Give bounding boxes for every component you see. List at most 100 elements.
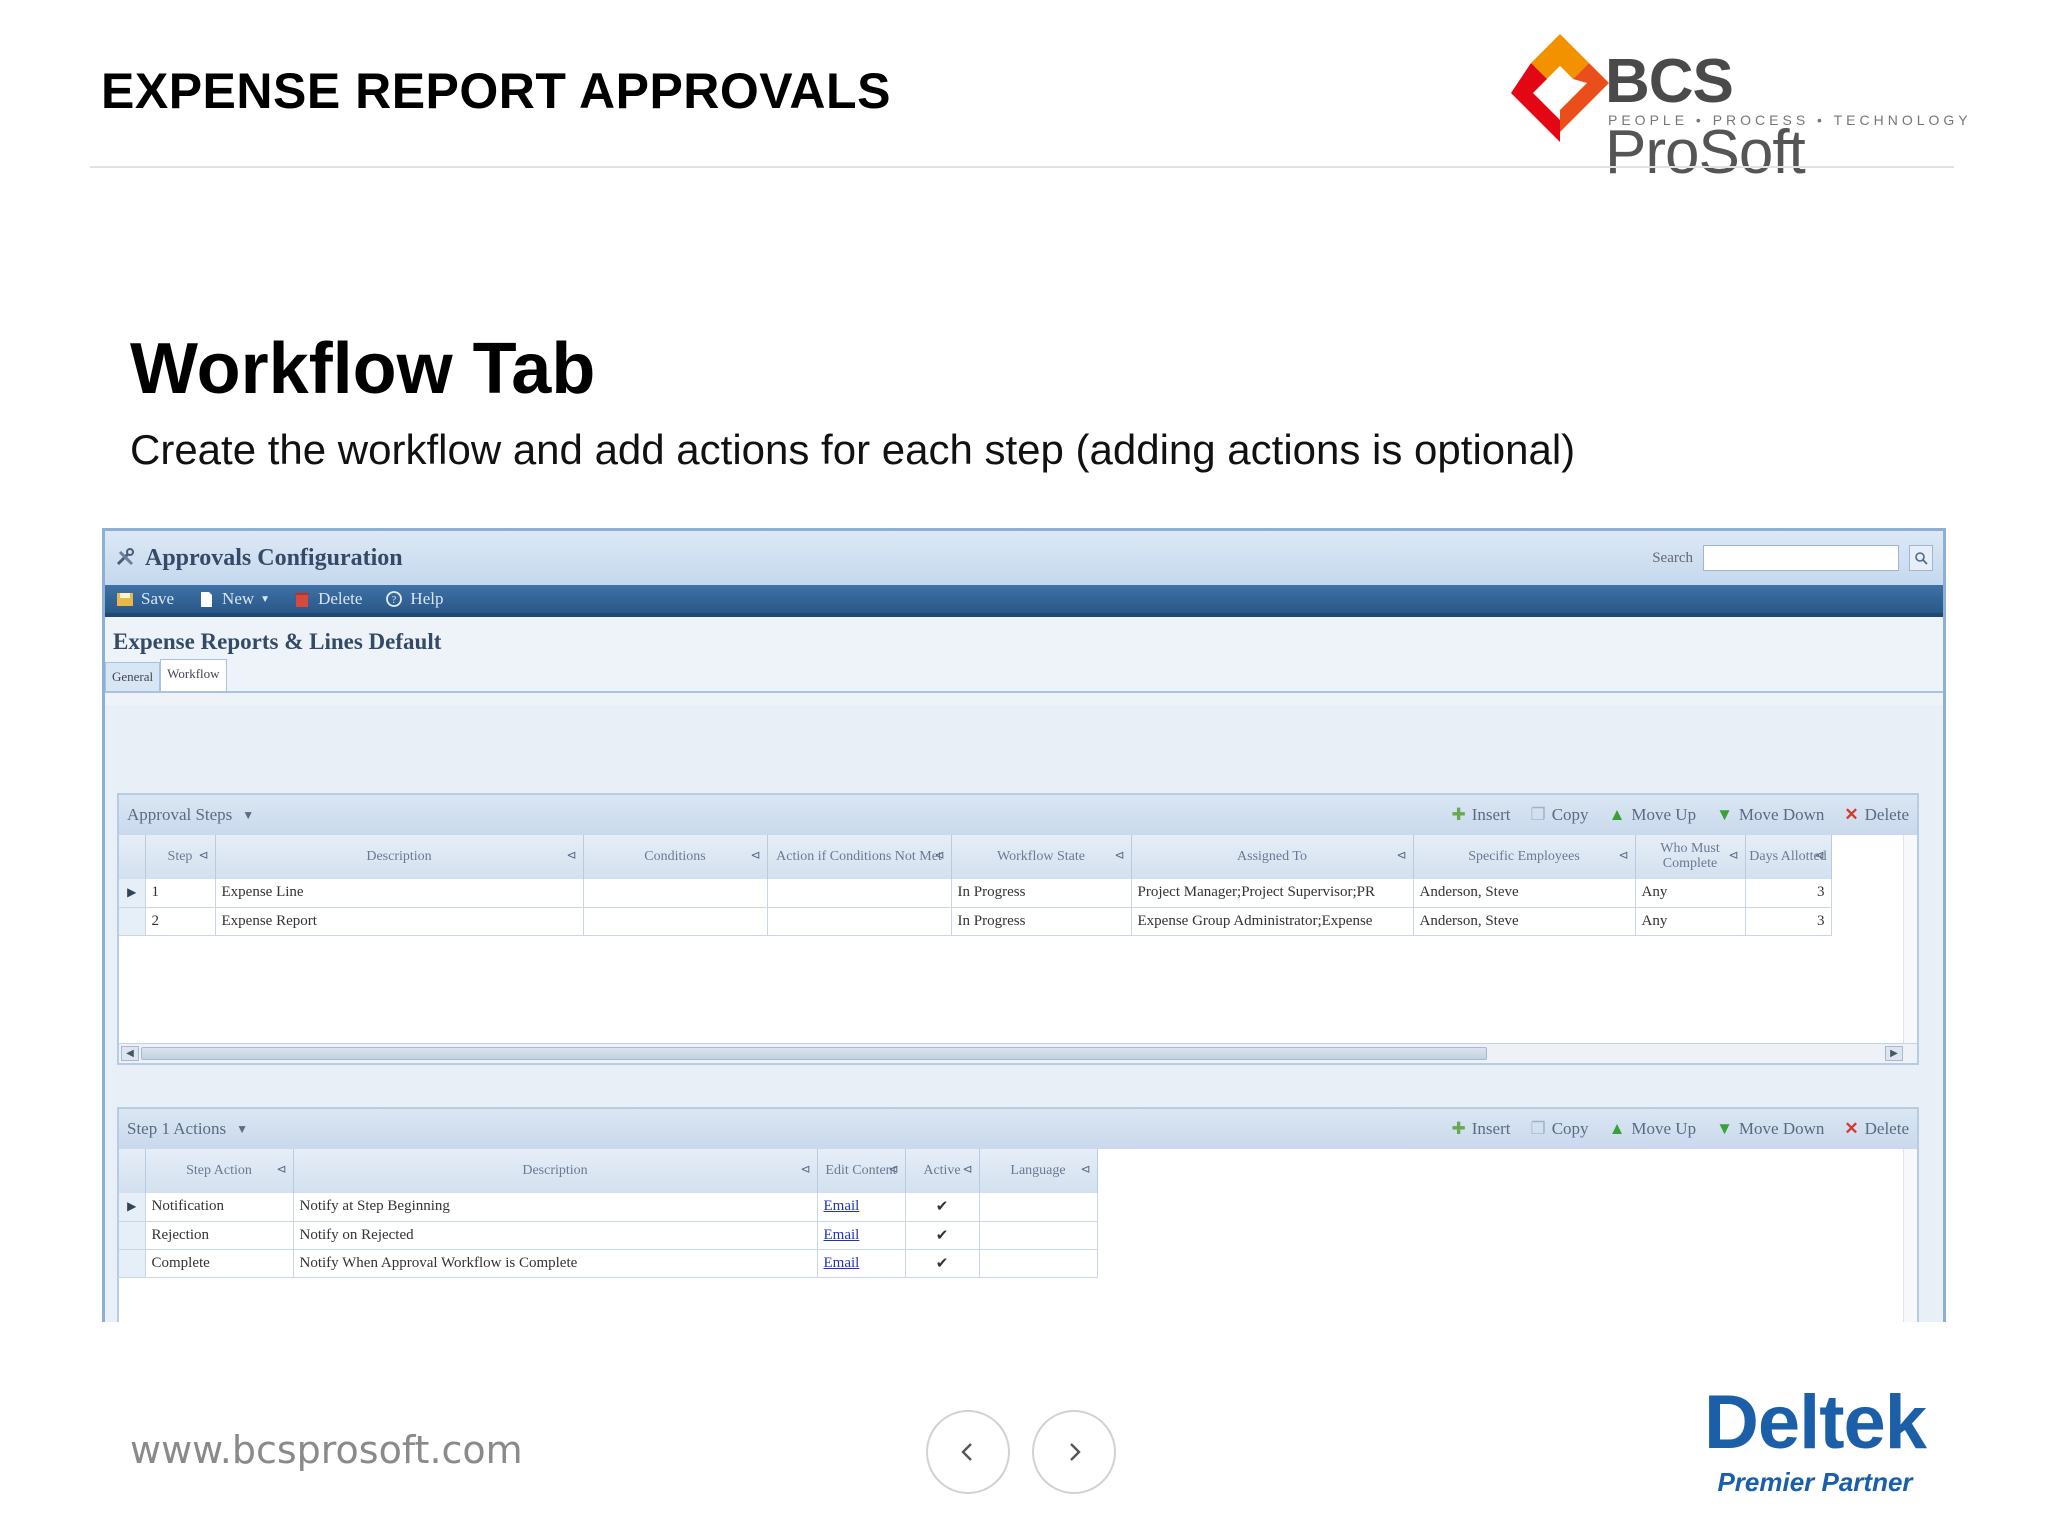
tab-general[interactable]: General (105, 662, 161, 691)
workflow-state-cell[interactable]: In Progress (951, 879, 1132, 908)
panel-menu-caret-icon[interactable]: ▼ (242, 808, 254, 823)
row-selector[interactable] (119, 1221, 146, 1250)
step-action-cell[interactable]: Notification (145, 1193, 294, 1222)
slide-header-title: EXPENSE REPORT APPROVALS (101, 63, 891, 119)
column-header-description[interactable]: Description ⊲ (215, 835, 584, 879)
row-selector-header (119, 1149, 146, 1193)
next-slide-button[interactable] (1032, 1410, 1116, 1494)
column-header-edit-content[interactable]: Edit Content ⊲ (817, 1149, 906, 1193)
delete-row-button[interactable]: ✕ Delete (1844, 1119, 1909, 1139)
partner-name: Deltek (1703, 1380, 1927, 1465)
search-button[interactable] (1909, 545, 1933, 571)
insert-icon: ✚ (1451, 805, 1466, 824)
description-cell[interactable]: Expense Report (215, 907, 584, 936)
edit-content-link[interactable]: Email (817, 1249, 906, 1278)
insert-button[interactable]: ✚ Insert (1452, 805, 1511, 825)
delete-icon (295, 593, 310, 607)
move-up-button[interactable]: ▲ Move Up (1609, 805, 1697, 825)
conditions-cell[interactable] (583, 907, 768, 936)
language-cell[interactable] (979, 1249, 1098, 1278)
step-action-cell[interactable]: Rejection (145, 1221, 294, 1250)
row-selector[interactable] (119, 1249, 146, 1278)
description-cell[interactable]: Notify When Approval Workflow is Complet… (293, 1249, 818, 1278)
copy-button[interactable]: ❐ Copy (1530, 1119, 1588, 1139)
description-cell[interactable]: Expense Line (215, 879, 584, 908)
scrollbar-thumb[interactable] (141, 1047, 1487, 1060)
tab-workflow[interactable]: Workflow (160, 659, 227, 691)
step-action-cell[interactable]: Complete (145, 1249, 294, 1278)
who-must-complete-cell[interactable]: Any (1635, 907, 1746, 936)
row-selector-icon[interactable]: ▶ (119, 879, 146, 908)
table-row[interactable]: ▶ 1 Expense Line In Progress Project Man… (119, 879, 1832, 908)
assigned-to-cell[interactable]: Expense Group Administrator;Expense (1131, 907, 1414, 936)
column-header-active[interactable]: Active ⊲ (905, 1149, 980, 1193)
panel-menu-caret-icon[interactable]: ▼ (236, 1122, 248, 1137)
move-up-button[interactable]: ▲ Move Up (1609, 1119, 1697, 1139)
column-header-assigned-to[interactable]: Assigned To ⊲ (1131, 835, 1414, 879)
move-down-button[interactable]: ▼ Move Down (1716, 1119, 1824, 1139)
help-button[interactable]: ? Help (384, 589, 443, 609)
scroll-right-icon[interactable]: ▶ (1885, 1046, 1903, 1061)
days-allotted-cell[interactable]: 3 (1745, 907, 1832, 936)
edit-content-link[interactable]: Email (817, 1193, 906, 1222)
active-checkbox[interactable]: ✔ (905, 1221, 980, 1250)
language-cell[interactable] (979, 1221, 1098, 1250)
active-checkbox[interactable]: ✔ (905, 1193, 980, 1222)
approval-steps-table: Step ⊲ Description ⊲ Conditions ⊲ Action if… (119, 835, 1832, 936)
who-must-complete-cell[interactable]: Any (1635, 879, 1746, 908)
action-cell[interactable] (767, 879, 952, 908)
table-row[interactable]: Complete Notify When Approval Workflow i… (119, 1249, 1098, 1278)
assigned-to-cell[interactable]: Project Manager;Project Supervisor;PR (1131, 879, 1414, 908)
arrow-down-icon: ▼ (1716, 805, 1733, 824)
vertical-scrollbar[interactable] (1903, 835, 1917, 1043)
copy-button[interactable]: ❐ Copy (1530, 805, 1588, 825)
horizontal-scrollbar[interactable]: ◀ ▶ (119, 1043, 1917, 1063)
row-selector-icon[interactable]: ▶ (119, 1193, 146, 1222)
filter-icon: ⊲ (566, 848, 577, 862)
email-link[interactable]: Email (824, 1198, 860, 1214)
delete-button[interactable]: Delete (292, 589, 362, 609)
column-header-who-must-complete[interactable]: Who Must Complete ⊲ (1635, 835, 1746, 879)
table-row[interactable]: Rejection Notify on Rejected Email ✔ (119, 1221, 1098, 1250)
insert-button[interactable]: ✚ Insert (1452, 1119, 1511, 1139)
window-title: Approvals Configuration (145, 544, 403, 571)
search-input[interactable] (1703, 545, 1899, 571)
column-header-step[interactable]: Step ⊲ (145, 835, 216, 879)
table-row[interactable]: 2 Expense Report In Progress Expense Gro… (119, 907, 1832, 936)
new-button[interactable]: New ▼ (196, 589, 270, 609)
active-checkbox[interactable]: ✔ (905, 1249, 980, 1278)
specific-employees-cell[interactable]: Anderson, Steve (1413, 907, 1636, 936)
column-header-action-if-not-met[interactable]: Action if Conditions Not Met ⊲ (767, 835, 952, 879)
delete-row-button[interactable]: ✕ Delete (1844, 805, 1909, 825)
table-row[interactable]: ▶ Notification Notify at Step Beginning … (119, 1193, 1098, 1222)
action-cell[interactable] (767, 907, 952, 936)
workflow-state-cell[interactable]: In Progress (951, 907, 1132, 936)
days-allotted-cell[interactable]: 3 (1745, 879, 1832, 908)
language-cell[interactable] (979, 1193, 1098, 1222)
vertical-scrollbar[interactable] (1903, 1149, 1917, 1322)
email-link[interactable]: Email (824, 1227, 860, 1243)
step-actions-title: Step 1 Actions (127, 1119, 227, 1138)
column-header-days-allotted[interactable]: Days Allotted ⊲ (1745, 835, 1832, 879)
column-header-description[interactable]: Description ⊲ (293, 1149, 818, 1193)
row-selector[interactable] (119, 907, 146, 936)
new-label: New (222, 589, 255, 608)
description-cell[interactable]: Notify on Rejected (293, 1221, 818, 1250)
email-link[interactable]: Email (824, 1255, 860, 1271)
column-header-step-action[interactable]: Step Action ⊲ (145, 1149, 294, 1193)
conditions-cell[interactable] (583, 879, 768, 908)
step-cell[interactable]: 1 (145, 879, 216, 908)
step-cell[interactable]: 2 (145, 907, 216, 936)
description-cell[interactable]: Notify at Step Beginning (293, 1193, 818, 1222)
column-header-language[interactable]: Language ⊲ (979, 1149, 1098, 1193)
specific-employees-cell[interactable]: Anderson, Steve (1413, 879, 1636, 908)
column-header-specific-employees[interactable]: Specific Employees ⊲ (1413, 835, 1636, 879)
save-button[interactable]: Save (115, 589, 174, 609)
column-header-conditions[interactable]: Conditions ⊲ (583, 835, 768, 879)
new-document-icon (201, 592, 213, 607)
column-header-workflow-state[interactable]: Workflow State ⊲ (951, 835, 1132, 879)
previous-slide-button[interactable] (926, 1410, 1010, 1494)
move-down-button[interactable]: ▼ Move Down (1716, 805, 1824, 825)
scroll-left-icon[interactable]: ◀ (121, 1046, 139, 1061)
edit-content-link[interactable]: Email (817, 1221, 906, 1250)
